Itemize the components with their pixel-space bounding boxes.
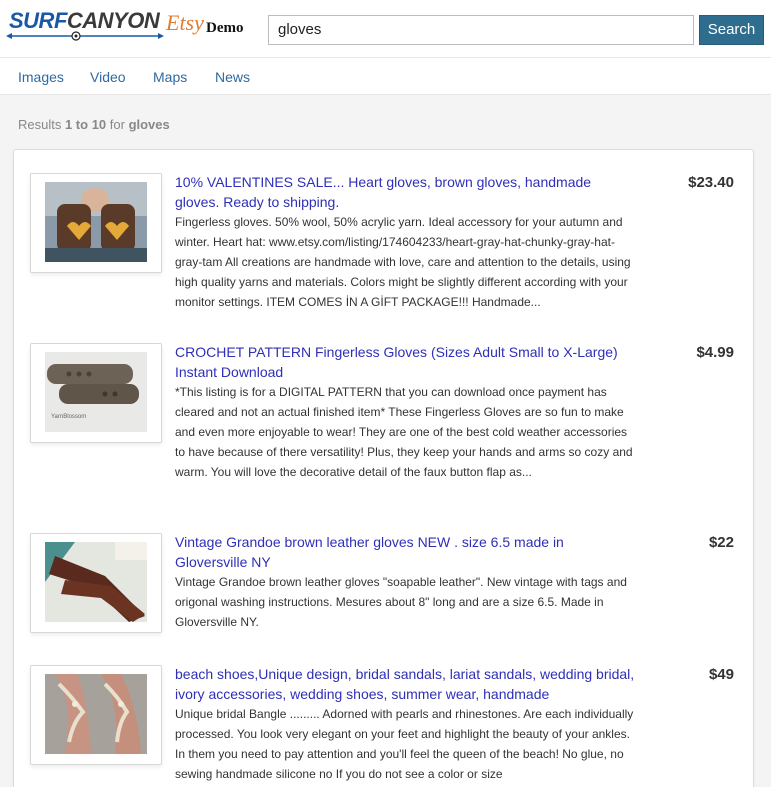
result-title-link[interactable]: beach shoes,Unique design, bridal sandal… [175,664,635,704]
search-button[interactable]: Search [699,15,764,45]
sandals-photo [45,674,147,754]
result-thumbnail[interactable] [30,173,162,273]
result-description: Fingerless gloves. 50% wool, 50% acrylic… [175,215,631,309]
result-description: *This listing is for a DIGITAL PATTERN t… [175,385,633,479]
result-price: $23.40 [688,174,734,191]
nav-images-link[interactable]: Images [18,69,64,85]
nav-news-link[interactable]: News [215,69,250,85]
result-title-link[interactable]: CROCHET PATTERN Fingerless Gloves (Sizes… [175,342,635,382]
result-price: $4.99 [696,344,734,361]
gloves-photo [45,182,147,262]
nav-video-link[interactable]: Video [90,69,126,85]
result-price: $22 [708,534,734,551]
vertical-nav: Images Video Maps News [0,58,771,95]
nav-maps-link[interactable]: Maps [153,69,187,85]
thumb-caption: YarnBlossom [51,414,86,420]
result-thumbnail[interactable]: YarnBlossom [30,343,162,443]
results-list: 10% VALENTINES SALE... Heart gloves, bro… [13,149,754,787]
result-description: Vintage Grandoe brown leather gloves "so… [175,575,627,629]
header: SURFCANYON Etsy Demo gloves Search [0,0,771,58]
result-thumbnail[interactable] [30,665,162,765]
logo-swoosh-icon [6,31,164,41]
gloves-photo [45,542,147,622]
result-title-link[interactable]: 10% VALENTINES SALE... Heart gloves, bro… [175,172,635,212]
gloves-photo: YarnBlossom [45,352,147,432]
results-summary: Results 1 to 10 for gloves [18,117,170,132]
demo-label: Demo [206,20,244,36]
result-thumbnail[interactable] [30,533,162,633]
result-description: Unique bridal Bangle ......... Adorned w… [175,707,634,781]
result-title-link[interactable]: Vintage Grandoe brown leather gloves NEW… [175,532,635,572]
search-input[interactable]: gloves [268,15,694,45]
etsy-logo: Etsy [166,10,204,35]
result-price: $49 [708,666,734,683]
